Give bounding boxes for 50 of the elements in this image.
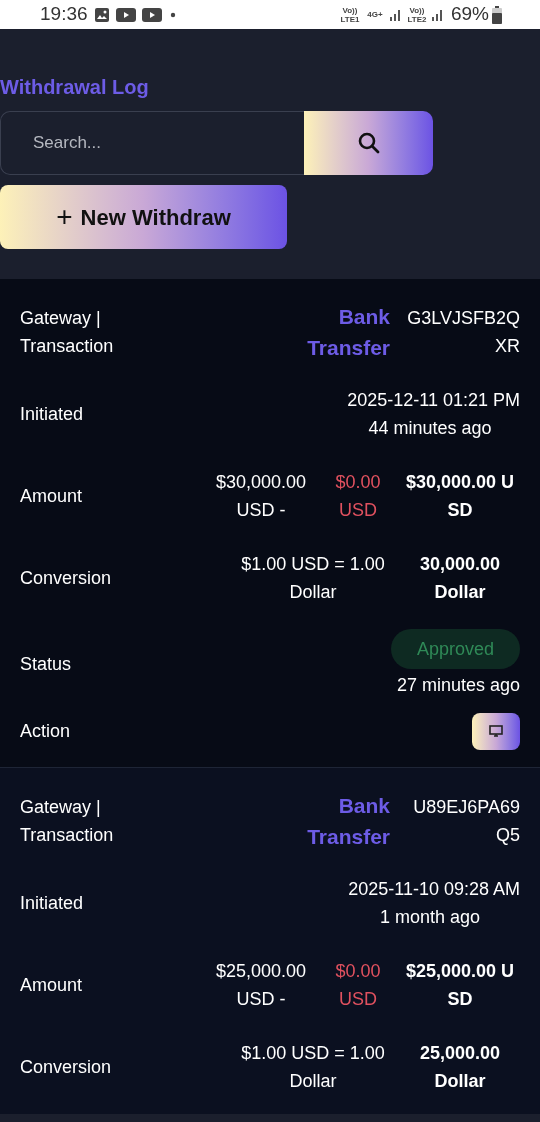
converted-amount: 30,000.00 Dollar [418, 553, 502, 604]
signal-icon [430, 7, 445, 22]
network-label: Vo)) LTE1 [339, 5, 361, 24]
button-label: New Withdraw [80, 203, 231, 232]
field-label: Conversion [20, 567, 113, 590]
clock-time: 19:36 [40, 2, 88, 27]
network-label: Vo)) LTE2 [406, 5, 428, 24]
field-label: Initiated [20, 892, 85, 915]
signal-icon [388, 7, 403, 22]
battery-percent: 69% [450, 2, 489, 27]
search-button[interactable] [304, 111, 433, 175]
field-label: Conversion [20, 1056, 113, 1079]
relative-time: 27 minutes ago [396, 674, 520, 697]
payable-value: $25,000.00 USD [404, 960, 516, 1011]
conversion-rate: $1.00 USD = 1.00 Dollar [240, 1042, 386, 1093]
field-label: Action [20, 719, 72, 743]
amount-value: $25,000.00 USD - [214, 960, 308, 1011]
amount-value: $30,000.00 USD - [214, 471, 308, 522]
network-label: 4G+ [366, 10, 384, 19]
initiated-time: 2025-12-11 01:21 PM [347, 389, 520, 412]
payable-value: $30,000.00 USD [404, 471, 516, 522]
charge-value: $0.00 USD [334, 471, 382, 522]
video-icon [141, 6, 162, 23]
charge-value: $0.00 USD [334, 960, 382, 1011]
view-button[interactable] [472, 712, 520, 750]
field-label: Initiated [20, 403, 85, 426]
converted-amount: 25,000.00 Dollar [418, 1042, 502, 1093]
search-field[interactable]: Search... [0, 111, 304, 175]
gateway-name: Bank Transfer [306, 304, 390, 361]
field-label: Gateway | Transaction [20, 796, 115, 847]
plus-icon: + [56, 203, 73, 231]
relative-time: 44 minutes ago [367, 417, 493, 440]
monitor-icon [489, 725, 503, 737]
relative-time: 1 month ago [378, 906, 482, 929]
search-icon [356, 131, 381, 155]
video-icon [115, 6, 136, 23]
gateway-name: Bank Transfer [306, 793, 390, 850]
new-withdraw-button[interactable]: + New Withdraw [0, 185, 287, 249]
initiated-time: 2025-11-10 09:28 AM [348, 878, 520, 901]
field-label: Amount [20, 485, 84, 508]
conversion-rate: $1.00 USD = 1.00 Dollar [240, 553, 386, 604]
status-badge: Approved [390, 629, 520, 669]
transaction-id: U89EJ6PA69Q5 [412, 796, 520, 847]
field-label: Amount [20, 974, 84, 997]
image-icon [93, 6, 110, 23]
battery-icon [492, 5, 502, 24]
field-label: Gateway | Transaction [20, 307, 115, 358]
field-label: Status [20, 653, 73, 676]
page-title: Withdrawal Log [0, 75, 150, 100]
transaction-id: G3LVJSFB2QXR [406, 307, 520, 358]
